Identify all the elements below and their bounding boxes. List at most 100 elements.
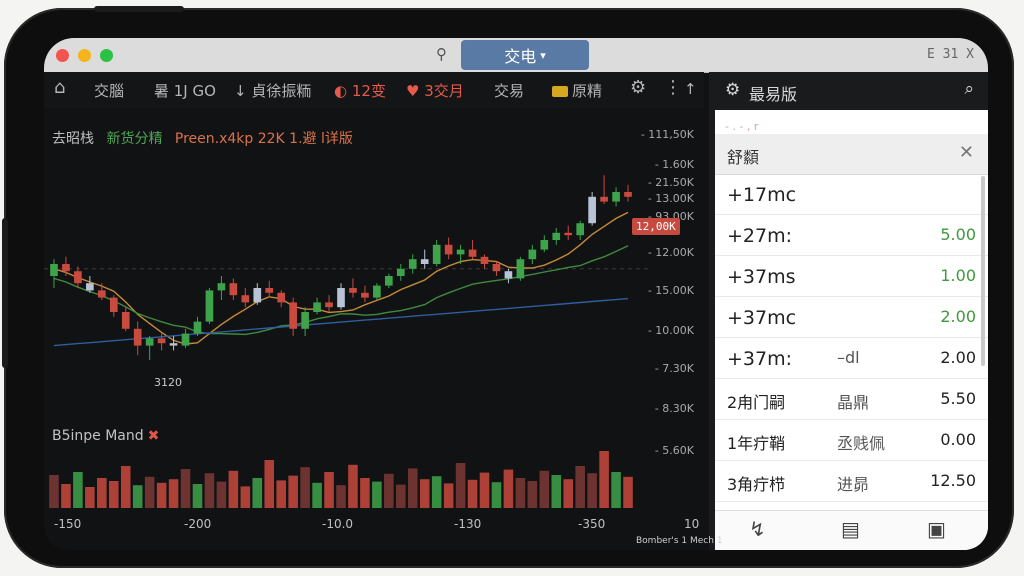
search-icon[interactable]: ⚲ — [436, 45, 447, 63]
candle-body — [229, 283, 238, 296]
panel-row[interactable]: +27m: 5.00 — [715, 215, 988, 256]
row-sub: –dl — [837, 348, 860, 367]
panel-list: +17mc +27m: 5.00 +37ms 1.00 +37mc 2.00 +37m: –dl… — [715, 174, 988, 502]
candlestick-svg[interactable]: 3120- 111,50K- 1.60K- 21.50K- 13.00K- 93… — [44, 108, 709, 538]
candle-body — [205, 290, 214, 322]
candle-body — [576, 223, 585, 236]
volume-bar — [336, 485, 346, 508]
x-axis-tick: -150 — [54, 517, 81, 531]
volume-bar — [527, 481, 538, 508]
row-sub: 晶鼎 — [837, 393, 870, 412]
panel-scrollbar[interactable] — [981, 176, 985, 366]
volume-label-text: B5inpe Mand — [52, 428, 144, 444]
row-label: 3角疔栉 — [727, 475, 786, 494]
panel-footer: ↯ ▤ ▣ — [715, 510, 988, 550]
candle-body — [97, 290, 106, 298]
volume-bar — [455, 463, 466, 508]
candle-body — [121, 312, 130, 329]
maximize-window-button[interactable] — [100, 49, 113, 62]
row-value: 1.00 — [940, 266, 976, 285]
volume-bar — [467, 479, 478, 508]
volume-bar — [132, 485, 143, 508]
minimize-window-button[interactable] — [78, 49, 91, 62]
volume-bar — [575, 466, 585, 508]
panel-search-icon[interactable]: ⌕ — [964, 79, 974, 99]
toolbar-item-5-label: 3交月 — [424, 82, 464, 100]
low-price-marker: 3120 — [154, 376, 182, 389]
panel-header: ⚙ 最易版 ⌕ — [715, 72, 988, 110]
panel-gear-icon[interactable]: ⚙ — [725, 80, 740, 100]
volume-bar — [61, 484, 71, 508]
volume-bar — [108, 481, 119, 508]
panel-row[interactable]: +17mc — [715, 174, 988, 215]
side-button — [2, 218, 8, 368]
panel-title: 最易版 — [749, 85, 798, 104]
candle-body — [277, 292, 286, 303]
volume-bar — [587, 473, 597, 508]
toolbar-item-4[interactable]: ◐ 12变 — [334, 80, 386, 101]
candle-body — [86, 283, 94, 291]
status-clock: E 31 X — [927, 47, 974, 62]
volume-bar — [348, 464, 358, 508]
x-axis-tick: -10.0 — [322, 517, 353, 531]
y-axis-tick: - 10.00K — [648, 324, 695, 337]
volume-bar — [419, 479, 430, 508]
y-axis-tick: - 13.00K — [648, 192, 695, 205]
candle-body — [301, 312, 309, 329]
volume-bar — [324, 472, 334, 508]
toolbar-item-5[interactable]: ♥ 3交月 — [406, 80, 464, 101]
gear-icon[interactable]: ⚙ — [630, 77, 646, 98]
panel-row[interactable]: 1年疔鞘 丞贱佩 0.00 — [715, 420, 988, 461]
candle-body — [504, 271, 513, 279]
volume-bar — [407, 468, 418, 508]
document-icon[interactable]: ▤ — [841, 517, 860, 541]
candle-body — [193, 321, 202, 334]
row-value: 2.00 — [940, 348, 976, 367]
volume-bar — [300, 467, 310, 508]
x-axis-tick: -130 — [454, 517, 481, 531]
panel-row[interactable]: +37m: –dl 2.00 — [715, 338, 988, 379]
toolbar-item-1[interactable]: 交腦 — [94, 80, 124, 101]
price-chart[interactable]: 去昭栈 新货分精 Preen.x4kp 22K 1.避 l详版 3120- 11… — [44, 108, 709, 538]
panel-faint-text: - . - , r — [725, 120, 759, 133]
panel-row[interactable]: 3角疔栉 进昴 12.50 — [715, 461, 988, 502]
y-axis-tick: - 111,50K — [641, 128, 695, 141]
note-icon[interactable]: ▣ — [927, 517, 946, 541]
row-value: 0.00 — [940, 430, 976, 449]
row-label: 2甪门嗣 — [727, 393, 786, 412]
y-axis-tick: - 1.60K — [655, 158, 695, 171]
window-titlebar: ⚲ 交电 ▾ E 31 X — [44, 38, 988, 73]
more-icon[interactable]: ⋮ — [664, 77, 682, 98]
ma-line-orange — [53, 211, 629, 345]
volume-bar — [228, 470, 239, 508]
arrow-up-icon[interactable]: ↑ — [684, 80, 697, 98]
row-label: 1年疔鞘 — [727, 434, 786, 453]
toolbar-item-2[interactable]: 暑 1J GO — [154, 80, 216, 101]
close-window-button[interactable] — [56, 49, 69, 62]
candle-body — [325, 302, 333, 308]
panel-row[interactable]: +37mc 2.00 — [715, 297, 988, 338]
watermark: Bomber's 1 Mech 1 — [636, 536, 723, 546]
toolbar-item-6[interactable]: 交易 — [494, 80, 524, 101]
toolbar-item-7[interactable]: 原精 — [552, 80, 602, 101]
volume-bar — [611, 472, 621, 508]
panel-close-icon[interactable]: ✕ — [959, 142, 974, 163]
row-value: 12.50 — [930, 471, 976, 490]
panel-row[interactable]: +37ms 1.00 — [715, 256, 988, 297]
candle-body — [253, 288, 262, 303]
window-title-dropdown[interactable]: 交电 ▾ — [461, 40, 589, 70]
volume-bar — [216, 481, 227, 508]
tools-icon[interactable]: ↯ — [749, 517, 766, 541]
row-label: +17mc — [727, 184, 797, 206]
candle-body — [600, 196, 608, 202]
candle-body — [337, 288, 345, 308]
panel-subheader: 舒纇 ✕ — [715, 134, 988, 175]
toolbar-item-3[interactable]: ↓ 貞徐振粫 — [234, 80, 311, 101]
home-icon[interactable]: ⌂ — [54, 77, 65, 98]
volume-bar — [168, 479, 179, 508]
close-icon[interactable]: ✖ — [148, 428, 160, 444]
volume-bar — [49, 475, 59, 508]
row-label: +37mc — [727, 307, 797, 329]
candle-body — [169, 343, 178, 346]
panel-row[interactable]: 2甪门嗣 晶鼎 5.50 — [715, 379, 988, 420]
